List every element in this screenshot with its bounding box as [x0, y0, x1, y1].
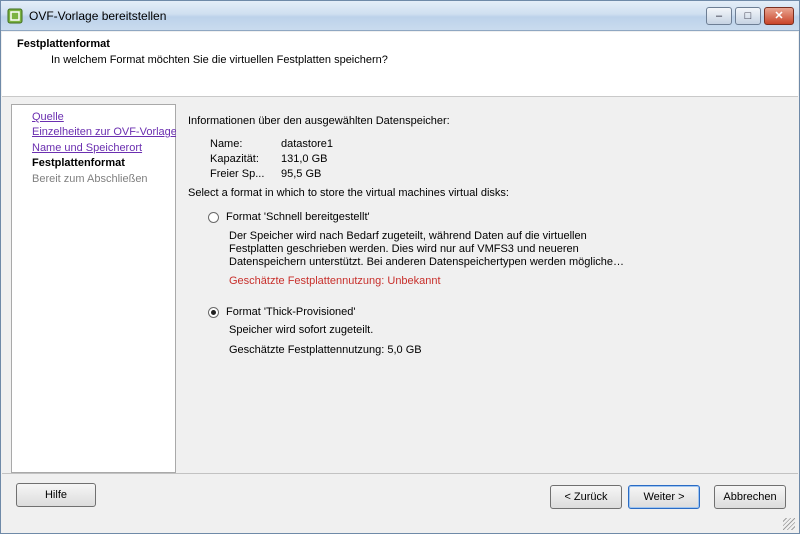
title-bar[interactable]: OVF-Vorlage bereitstellen – □ ✕ [1, 1, 799, 31]
cancel-button[interactable]: Abbrechen [714, 485, 786, 509]
resize-grip[interactable] [783, 518, 795, 530]
wizard-steps-panel: Quelle Einzelheiten zur OVF-Vorlage Name… [11, 104, 177, 473]
datastore-capacity-value: 131,0 GB [281, 153, 328, 165]
thin-provision-usage: Geschätzte Festplattennutzung: Unbekannt [229, 275, 441, 287]
vsphere-app-icon [7, 8, 23, 24]
minimize-button[interactable]: – [706, 7, 732, 25]
thick-provision-label[interactable]: Format 'Thick-Provisioned' [226, 306, 356, 318]
step-link-name-location[interactable]: Name und Speicherort [32, 142, 142, 154]
datastore-free-value: 95,5 GB [281, 168, 322, 180]
datastore-free-label: Freier Sp... [210, 168, 265, 180]
step-link-ovf-details[interactable]: Einzelheiten zur OVF-Vorlage [32, 126, 177, 138]
help-button[interactable]: Hilfe [16, 483, 96, 507]
thick-provision-usage: Geschätzte Festplattennutzung: 5,0 GB [229, 344, 422, 356]
page-subtitle: In welchem Format möchten Sie die virtue… [51, 54, 388, 66]
thin-provision-radio[interactable] [208, 212, 219, 223]
thin-provision-desc-line-1: Der Speicher wird nach Bedarf zugeteilt,… [229, 230, 587, 242]
wizard-header: Festplattenformat In welchem Format möch… [2, 32, 798, 97]
datastore-capacity-label: Kapazität: [210, 153, 259, 165]
thick-provision-radio[interactable] [208, 307, 219, 318]
datastore-name-label: Name: [210, 138, 243, 150]
close-button[interactable]: ✕ [764, 7, 794, 25]
back-button[interactable]: < Zurück [550, 485, 622, 509]
step-current-disk-format: Festplattenformat [32, 157, 125, 169]
window-title: OVF-Vorlage bereitstellen [29, 9, 167, 23]
datastore-info-heading: Informationen über den ausgewählten Date… [188, 115, 450, 127]
thin-provision-label[interactable]: Format 'Schnell bereitgestellt' [226, 211, 370, 223]
maximize-button[interactable]: □ [735, 7, 761, 25]
ovf-deploy-dialog: OVF-Vorlage bereitstellen – □ ✕ Festplat… [0, 0, 800, 534]
disk-format-content: Informationen über den ausgewählten Date… [176, 104, 789, 473]
page-title: Festplattenformat [17, 38, 110, 50]
format-prompt: Select a format in which to store the vi… [188, 187, 509, 199]
datastore-name-value: datastore1 [281, 138, 333, 150]
next-button[interactable]: Weiter > [628, 485, 700, 509]
thin-provision-desc-line-2: Festplatten geschrieben werden. Dies wir… [229, 243, 579, 255]
thick-provision-desc-line-1: Speicher wird sofort zugeteilt. [229, 324, 374, 336]
thin-provision-desc-line-3: Datenspeichern unterstützt. Bei anderen … [229, 256, 625, 268]
step-link-source[interactable]: Quelle [32, 111, 64, 123]
step-ready-to-complete: Bereit zum Abschließen [32, 173, 148, 185]
wizard-footer: Hilfe < Zurück Weiter > Abbrechen [2, 474, 798, 533]
